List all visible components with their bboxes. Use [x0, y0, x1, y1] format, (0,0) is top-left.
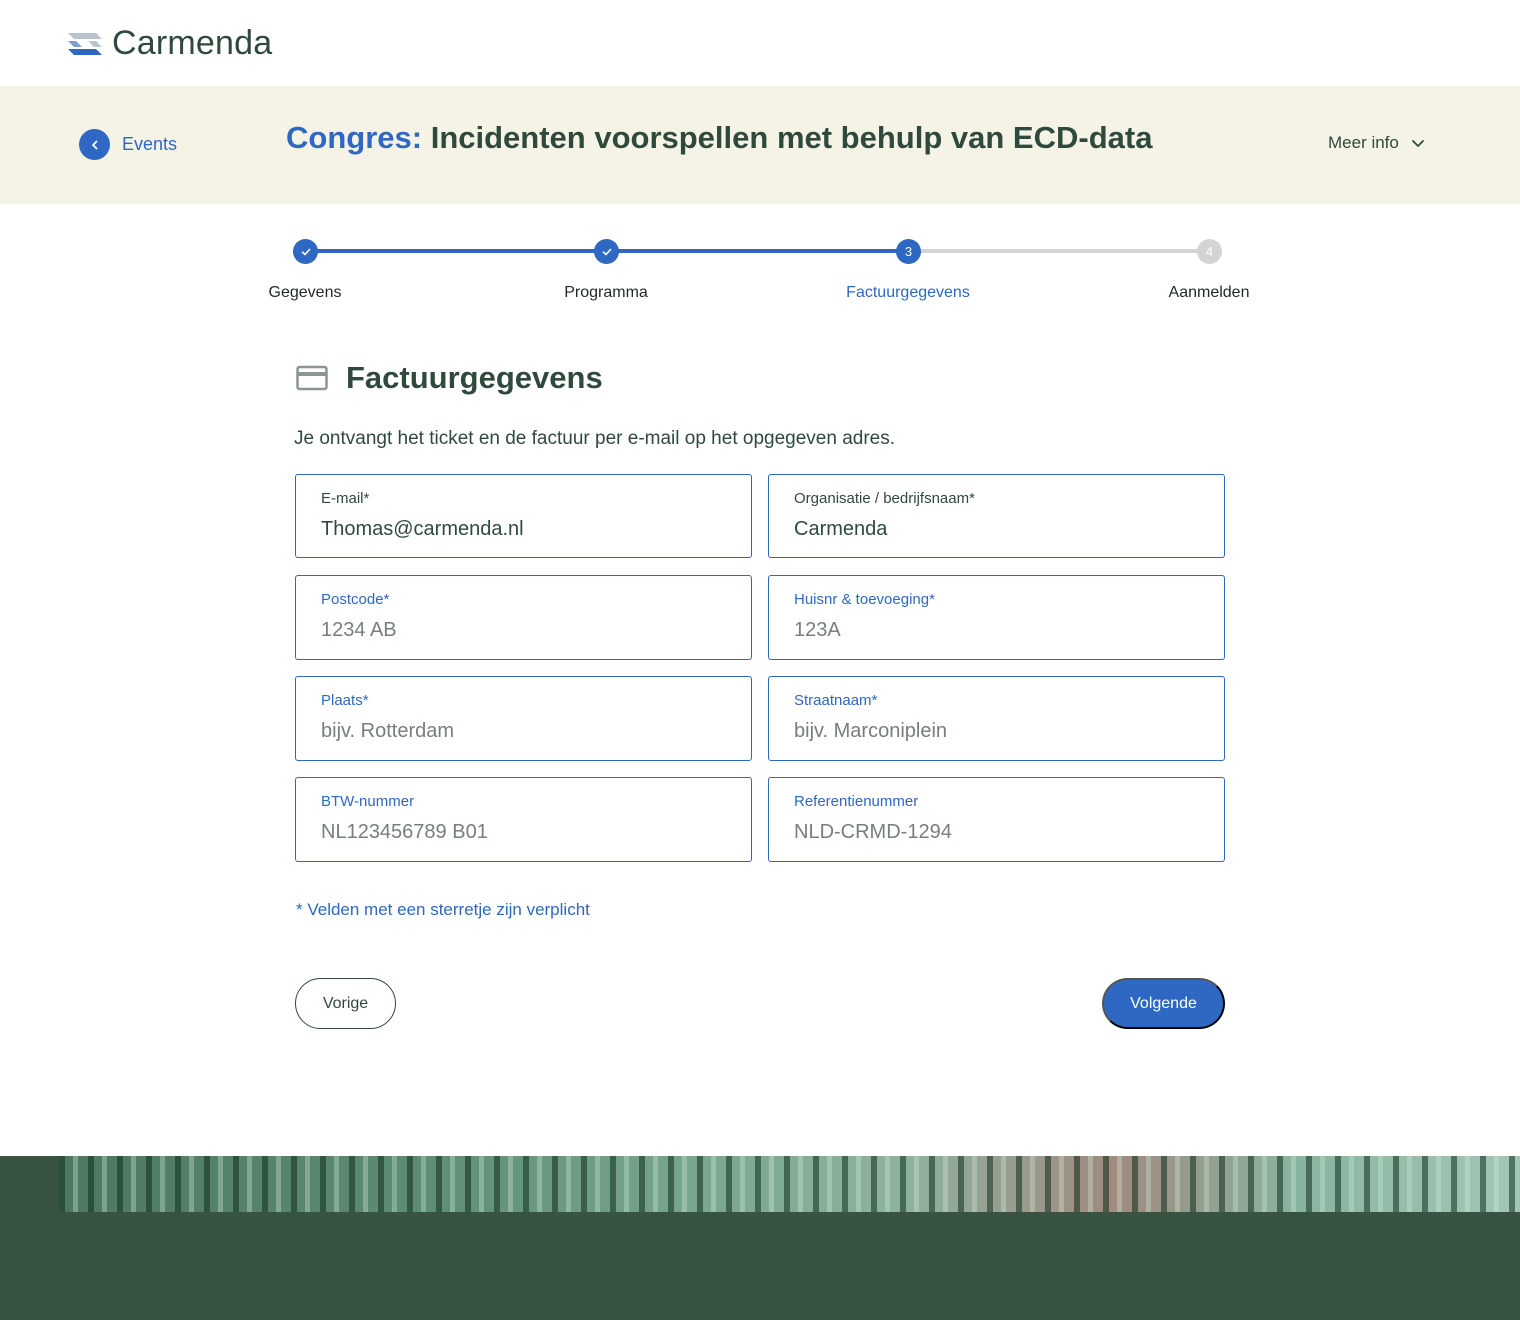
credit-card-icon	[296, 365, 328, 391]
section-heading: Factuurgegevens	[296, 360, 603, 396]
step-label-factuurgegevens[interactable]: Factuurgegevens	[846, 284, 970, 302]
event-title-prefix: Congres:	[286, 120, 423, 155]
reference-number-field[interactable]: Referentienummer NLD-CRMD-1294	[768, 777, 1225, 862]
organisation-value[interactable]: Carmenda	[794, 518, 887, 541]
email-field[interactable]: E-mail* Thomas@carmenda.nl	[295, 474, 752, 558]
chevron-down-icon[interactable]	[1411, 138, 1425, 148]
previous-button[interactable]: Vorige	[295, 978, 396, 1029]
footer	[0, 1156, 1520, 1320]
postcode-label: Postcode*	[321, 591, 390, 608]
back-label[interactable]: Events	[122, 134, 177, 155]
organisation-label: Organisatie / bedrijfsnaam*	[794, 490, 975, 507]
reference-number-placeholder[interactable]: NLD-CRMD-1294	[794, 821, 952, 844]
step-label-aanmelden[interactable]: Aanmelden	[1169, 284, 1250, 302]
postcode-field[interactable]: Postcode* 1234 AB	[295, 575, 752, 660]
event-title-text: Incidenten voorspellen met behulp van EC…	[430, 120, 1153, 155]
vat-number-field[interactable]: BTW-nummer NL123456789 B01	[295, 777, 752, 862]
section-title: Factuurgegevens	[346, 360, 603, 395]
vat-number-placeholder[interactable]: NL123456789 B01	[321, 821, 488, 844]
back-to-events-link[interactable]: Events	[79, 129, 177, 160]
logo-mark-icon	[68, 32, 102, 55]
reference-number-label: Referentienummer	[794, 793, 919, 810]
street-placeholder[interactable]: bijv. Marconiplein	[794, 720, 947, 743]
city-label: Plaats*	[321, 692, 369, 709]
house-number-placeholder[interactable]: 123A	[794, 619, 841, 642]
email-value[interactable]: Thomas@carmenda.nl	[321, 518, 524, 541]
progress-stepper: 3 4 Gegevens Programma Factuurgegevens A…	[0, 236, 1520, 316]
event-bar: Events Congres: Incidenten voorspellen m…	[0, 86, 1520, 204]
next-button[interactable]: Volgende	[1102, 978, 1225, 1029]
required-fields-note: * Velden met een sterretje zijn verplich…	[296, 900, 590, 919]
street-label: Straatnaam*	[794, 692, 878, 709]
email-label: E-mail*	[321, 490, 370, 507]
organisation-field[interactable]: Organisatie / bedrijfsnaam* Carmenda	[768, 474, 1225, 558]
step-label-gegevens[interactable]: Gegevens	[269, 284, 342, 302]
house-number-field[interactable]: Huisnr & toevoeging* 123A	[768, 575, 1225, 660]
more-info-toggle[interactable]: Meer info	[1328, 133, 1425, 153]
chevron-left-icon	[91, 140, 97, 149]
city-placeholder[interactable]: bijv. Rotterdam	[321, 720, 454, 743]
city-field[interactable]: Plaats* bijv. Rotterdam	[295, 676, 752, 761]
back-button-circle[interactable]	[79, 129, 110, 160]
footer-image-strip	[59, 1156, 1520, 1212]
step-1-dot[interactable]	[293, 239, 318, 264]
stepper-track-remaining	[909, 249, 1209, 253]
logo[interactable]: Carmenda	[66, 24, 272, 63]
step-3-dot[interactable]: 3	[896, 239, 921, 264]
postcode-placeholder[interactable]: 1234 AB	[321, 619, 397, 642]
street-field[interactable]: Straatnaam* bijv. Marconiplein	[768, 676, 1225, 761]
step-2-dot[interactable]	[594, 239, 619, 264]
logo-text: Carmenda	[112, 24, 273, 62]
vat-number-label: BTW-nummer	[321, 793, 415, 810]
check-icon	[301, 248, 310, 255]
step-4-dot[interactable]: 4	[1197, 239, 1222, 264]
top-bar: Carmenda	[0, 0, 1520, 86]
check-icon	[602, 248, 611, 255]
intro-text: Je ontvangt het ticket en de factuur per…	[294, 428, 895, 449]
house-number-label: Huisnr & toevoeging*	[794, 591, 935, 608]
step-label-programma[interactable]: Programma	[564, 284, 648, 302]
more-info-label[interactable]: Meer info	[1328, 133, 1399, 153]
event-title: Congres: Incidenten voorspellen met behu…	[286, 120, 1152, 156]
